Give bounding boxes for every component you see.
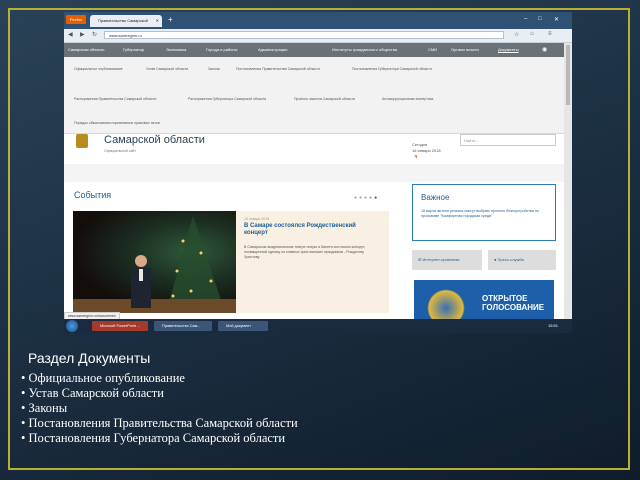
menu-item-authorities[interactable]: Органы власти [451,47,479,52]
caption-item: Официальное опубликование [21,371,298,386]
press-label: Пресс-служба [497,257,524,262]
dropdown-item[interactable]: Официальное опубликование [74,67,123,71]
event-title[interactable]: В Самаре состоялся Рождественский концер… [244,223,379,237]
eye-icon[interactable]: ◉ [542,46,547,53]
browser-screenshot: Firefox Правительство Самарской ✕ + – □ … [64,12,572,333]
menu-icon[interactable]: ≡ [548,31,552,37]
important-text[interactable]: 18 марта жители региона смогут выбрать п… [421,209,549,219]
event-photo[interactable] [73,211,236,313]
menu-item-administration[interactable]: Администрация [258,47,287,52]
taskbar-item-browser[interactable]: Правительство Сам... [154,321,212,331]
site-main-menu: Самарская область Губернатор Экономика Г… [64,43,564,57]
microphone-icon: ● [494,257,497,262]
caption-title: Раздел Документы [28,350,151,366]
press-service-button[interactable]: ● Пресс-служба [488,250,556,270]
banner-text: ОТКРЫТОЕ ГОЛОСОВАНИЕ [482,294,545,312]
address-bar[interactable]: www.samregion.ru [104,31,504,39]
dropdown-item[interactable]: Постановления Правительства Самарской об… [236,67,320,71]
minimize-icon[interactable]: – [524,16,527,22]
menu-item-governor[interactable]: Губернатор [123,47,144,52]
close-icon[interactable]: ✕ [156,15,159,27]
windows-taskbar: Microsoft PowerPoint ... Правительство С… [64,319,572,333]
maximize-icon[interactable]: □ [538,16,542,22]
menu-item-civil-society[interactable]: Институты гражданского общества [332,47,397,52]
site-title[interactable]: Самарской области [104,135,205,146]
caption-list: Официальное опубликование Устав Самарско… [21,371,298,446]
rss-icon[interactable]: ◥ [414,154,417,159]
coat-of-arms-logo[interactable] [76,134,88,148]
home-icon[interactable]: ⌂ [530,31,534,37]
reload-icon[interactable]: ↻ [92,31,97,38]
menu-item-media[interactable]: СМИ [428,47,437,52]
important-box: Важное 18 марта жители региона смогут вы… [412,184,556,241]
dropdown-item[interactable]: Антикоррупционная экспертиза [382,97,433,101]
dropdown-item[interactable]: Распоряжения Губернатора Самарской облас… [188,97,266,101]
dropdown-item[interactable]: Проекты законов Самарской области [294,97,355,101]
dropdown-item[interactable]: Устав Самарской области [146,67,188,71]
menu-item-economy[interactable]: Экономика [166,47,186,52]
menu-item-documents[interactable]: Документы [498,47,519,52]
new-tab-button[interactable]: + [168,15,173,25]
search-input[interactable]: Найти... [460,134,556,146]
important-heading[interactable]: Важное [421,193,449,202]
dropdown-item[interactable]: Постановления Губернатора Самарской обла… [352,67,432,71]
today-label: Сегодня [412,142,428,147]
firefox-menu-button[interactable]: Firefox [66,15,86,24]
tab-title: Правительство Самарской [98,18,148,23]
reception-label: Интернет-приемная [422,257,460,262]
start-button[interactable] [66,320,78,332]
back-icon[interactable]: ◀ [68,31,73,38]
site-subtitle: Официальный сайт [104,149,136,153]
caption-item: Законы [21,401,298,416]
menu-item-samara-region[interactable]: Самарская область [68,47,105,52]
scrollbar[interactable] [564,43,572,333]
caption-item: Устав Самарской области [21,386,298,401]
caption-item: Постановления Правительства Самарской об… [21,416,298,431]
menu-item-cities[interactable]: Города и районы [206,47,238,52]
taskbar-clock: 15:51 [548,323,559,328]
carousel-dots[interactable]: ●●●●● [354,195,379,201]
event-card[interactable]: 15 января 2018 В Самаре состоялся Рождес… [236,211,389,313]
dropdown-item[interactable]: Распоряжения Правительства Самарской обл… [74,97,156,101]
browser-tab[interactable]: Правительство Самарской ✕ [90,15,162,27]
navigation-bar: ◀ ▶ ↻ www.samregion.ru ☆ ⌂ ≡ [64,29,572,43]
scrollbar-thumb[interactable] [566,45,570,105]
page-band [64,164,564,182]
close-window-icon[interactable]: ✕ [554,16,559,23]
events-heading[interactable]: События [74,190,111,200]
mail-icon: ✉ [418,257,422,262]
event-text: В Самарском академическом театре оперы и… [244,245,366,259]
documents-dropdown: Официальное опубликование Устав Самарско… [64,57,564,134]
caption-item: Постановления Губернатора Самарской обла… [21,431,298,446]
dropdown-item[interactable]: Порядок обжалования нормативных правовых… [74,121,160,125]
tab-bar: Firefox Правительство Самарской ✕ + – □ … [64,12,572,29]
internet-reception-button[interactable]: ✉ Интернет-приемная [412,250,482,270]
forward-icon[interactable]: ▶ [80,31,85,38]
taskbar-item-powerpoint[interactable]: Microsoft PowerPoint ... [92,321,148,331]
current-date: 16 января 2018 [412,148,441,153]
star-icon[interactable]: ☆ [514,31,519,38]
taskbar-item-document[interactable]: Мой документ [218,321,268,331]
concert-photo-illustration [73,216,236,313]
dropdown-item[interactable]: Законы [208,67,220,71]
event-date: 15 января 2018 [244,217,270,221]
